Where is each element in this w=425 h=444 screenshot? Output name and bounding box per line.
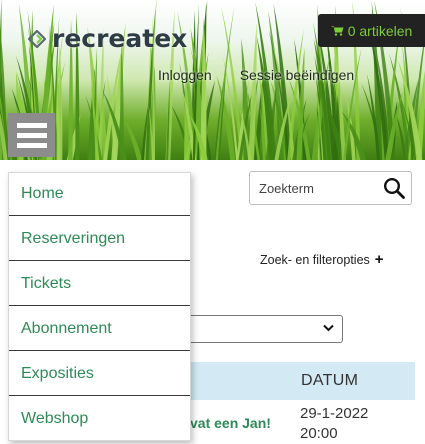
cart-icon — [330, 26, 344, 36]
event-title-link[interactable]: vat een Jan! — [190, 415, 271, 431]
logo[interactable]: recreatex — [28, 24, 187, 53]
login-link[interactable]: Inloggen — [158, 67, 212, 83]
chevron-down-icon — [323, 324, 334, 332]
hamburger-bar — [16, 122, 47, 128]
filter-options-toggle[interactable]: Zoek- en filteropties + — [260, 251, 384, 268]
menu-item-webshop[interactable]: Webshop — [9, 397, 190, 440]
end-session-link[interactable]: Sessie beëindigen — [240, 67, 354, 83]
cart-label: 0 artikelen — [347, 22, 413, 39]
hamburger-bar — [16, 142, 47, 148]
event-date: 29-1-2022 20:00 — [300, 404, 368, 444]
plus-icon: + — [374, 251, 384, 268]
menu-item-exposities[interactable]: Exposities — [9, 352, 190, 396]
filter-label: Zoek- en filteropties — [260, 252, 370, 267]
menu-item-abonnement[interactable]: Abonnement — [9, 307, 190, 351]
top-links: Inloggen Sessie beëindigen — [158, 67, 354, 83]
search-input[interactable] — [257, 172, 381, 204]
table-header: DATUM — [180, 362, 415, 400]
menu-item-reserveringen[interactable]: Reserveringen — [9, 217, 190, 261]
event-date-day: 29-1-2022 — [300, 405, 369, 422]
menu-item-tickets[interactable]: Tickets — [9, 262, 190, 306]
search-box — [249, 171, 412, 205]
search-icon[interactable] — [383, 177, 405, 199]
nav-dropdown-menu: Home Reserveringen Tickets Abonnement Ex… — [8, 172, 191, 441]
hamburger-icon[interactable] — [8, 113, 55, 157]
site-header: recreatex 0 artikelen Inloggen Sessie be… — [0, 0, 425, 160]
logo-text: recreatex — [52, 24, 188, 53]
menu-item-home[interactable]: Home — [9, 173, 190, 216]
event-date-time: 20:00 — [300, 425, 338, 442]
hamburger-bar — [16, 132, 47, 138]
logo-mark-icon — [28, 29, 46, 48]
sort-select[interactable] — [180, 315, 343, 343]
date-column-header: DATUM — [301, 372, 359, 389]
cart-button[interactable]: 0 artikelen — [318, 14, 425, 47]
